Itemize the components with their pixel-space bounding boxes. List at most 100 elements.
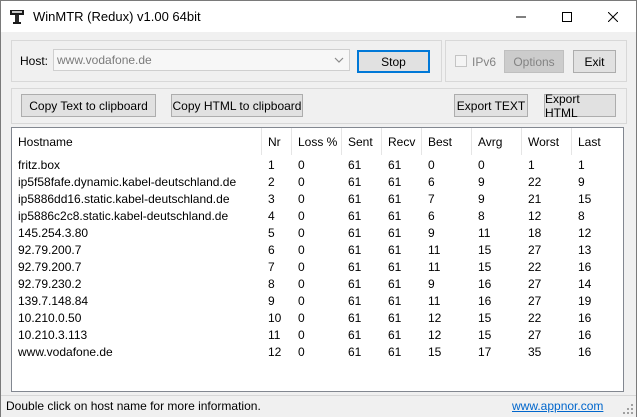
table-row[interactable]: 10.210.0.50 10 0 61 61 12 15 22 16 — [12, 310, 623, 327]
column-header-sent[interactable]: Sent — [342, 128, 382, 155]
host-input-value: www.vodafone.de — [57, 53, 152, 67]
cell-worst: 27 — [528, 277, 542, 291]
cell-nr: 3 — [268, 192, 275, 206]
copy-html-button[interactable]: Copy HTML to clipboard — [171, 94, 303, 117]
column-header-nr[interactable]: Nr — [262, 128, 292, 155]
export-html-button[interactable]: Export HTML — [544, 92, 616, 120]
cell-sent: 61 — [348, 260, 362, 274]
cell-recv: 61 — [388, 345, 402, 359]
host-label: Host: — [20, 54, 49, 68]
cell-avrg: 11 — [478, 226, 491, 240]
cell-recv: 61 — [388, 226, 402, 240]
cell-sent: 61 — [348, 243, 362, 257]
cell-loss: 0 — [298, 209, 305, 223]
options-button[interactable]: Options — [504, 50, 564, 73]
column-header-last[interactable]: Last — [572, 128, 623, 155]
cell-worst: 22 — [528, 311, 542, 325]
table-row[interactable]: 139.7.148.84 9 0 61 61 11 16 27 19 — [12, 293, 623, 310]
close-button[interactable] — [590, 1, 636, 32]
cell-last: 19 — [578, 294, 592, 308]
table-header: Hostname Nr Loss % Sent Recv Best Avrg W… — [12, 128, 623, 155]
cell-loss: 0 — [298, 294, 305, 308]
table-row[interactable]: 92.79.200.7 6 0 61 61 11 15 27 13 — [12, 242, 623, 259]
cell-best: 9 — [428, 226, 435, 240]
table-row[interactable]: ip5886dd16.static.kabel-deutschland.de 3 0… — [12, 191, 623, 208]
cell-avrg: 15 — [478, 311, 492, 325]
host-combobox[interactable]: www.vodafone.de — [53, 49, 350, 71]
column-header-avrg[interactable]: Avrg — [472, 128, 522, 155]
cell-worst: 18 — [528, 226, 542, 240]
cell-recv: 61 — [388, 158, 402, 172]
cell-sent: 61 — [348, 277, 362, 291]
ipv6-label: IPv6 — [472, 55, 497, 69]
cell-nr: 10 — [268, 311, 282, 325]
cell-nr: 5 — [268, 226, 275, 240]
cell-loss: 0 — [298, 243, 305, 257]
cell-avrg: 15 — [478, 328, 492, 342]
maximize-button[interactable] — [544, 1, 590, 32]
table-row[interactable]: ip5f58fafe.dynamic.kabel-deutschland.de 2… — [12, 174, 623, 191]
table-row[interactable]: 10.210.3.113 11 0 61 61 12 15 27 16 — [12, 327, 623, 344]
chevron-down-icon — [334, 57, 344, 63]
cell-avrg: 17 — [478, 345, 492, 359]
table-row[interactable]: 145.254.3.80 5 0 61 61 9 11 18 12 — [12, 225, 623, 242]
minimize-icon — [516, 16, 526, 17]
cell-recv: 61 — [388, 311, 402, 325]
cell-recv: 61 — [388, 175, 402, 189]
stop-button[interactable]: Stop — [357, 50, 430, 73]
cell-avrg: 8 — [478, 209, 485, 223]
title-bar[interactable]: WinMTR (Redux) v1.00 64bit — [1, 1, 636, 32]
cell-best: 15 — [428, 345, 442, 359]
table-row[interactable]: 92.79.230.2 8 0 61 61 9 16 27 14 — [12, 276, 623, 293]
cell-loss: 0 — [298, 226, 305, 240]
cell-last: 1 — [578, 158, 585, 172]
copy-text-button[interactable]: Copy Text to clipboard — [21, 94, 156, 117]
cell-loss: 0 — [298, 158, 305, 172]
exit-button[interactable]: Exit — [573, 50, 616, 73]
column-header-loss[interactable]: Loss % — [292, 128, 342, 155]
cell-sent: 61 — [348, 311, 362, 325]
cell-best: 9 — [428, 277, 435, 291]
table-row[interactable]: ip5886c2c8.static.kabel-deutschland.de 4 0… — [12, 208, 623, 225]
cell-last: 9 — [578, 175, 585, 189]
cell-sent: 61 — [348, 328, 362, 342]
cell-hostname: 139.7.148.84 — [18, 294, 89, 308]
window-title: WinMTR (Redux) v1.00 64bit — [33, 9, 201, 24]
cell-best: 11 — [428, 243, 441, 257]
status-message: Double click on host name for more infor… — [6, 399, 261, 413]
results-table[interactable]: Hostname Nr Loss % Sent Recv Best Avrg W… — [11, 127, 624, 392]
column-header-worst[interactable]: Worst — [522, 128, 572, 155]
cell-recv: 61 — [388, 277, 402, 291]
column-header-hostname[interactable]: Hostname — [12, 128, 262, 155]
cell-avrg: 15 — [478, 260, 492, 274]
website-link[interactable]: www.appnor.com — [512, 399, 603, 413]
column-header-recv[interactable]: Recv — [382, 128, 422, 155]
cell-sent: 61 — [348, 175, 362, 189]
cell-recv: 61 — [388, 328, 402, 342]
ipv6-checkbox[interactable] — [455, 55, 467, 67]
cell-loss: 0 — [298, 311, 305, 325]
cell-nr: 12 — [268, 345, 282, 359]
cell-best: 12 — [428, 311, 442, 325]
cell-loss: 0 — [298, 328, 305, 342]
cell-best: 0 — [428, 158, 435, 172]
export-text-button[interactable]: Export TEXT — [454, 94, 528, 117]
resize-grip-icon[interactable] — [622, 403, 634, 415]
cell-last: 16 — [578, 345, 592, 359]
cell-hostname: 92.79.200.7 — [18, 260, 82, 274]
cell-hostname: 10.210.3.113 — [18, 328, 88, 342]
status-bar: Double click on host name for more infor… — [1, 395, 636, 417]
table-row[interactable]: fritz.box 1 0 61 61 0 0 1 1 — [12, 157, 623, 174]
cell-best: 6 — [428, 175, 435, 189]
table-row[interactable]: 92.79.200.7 7 0 61 61 11 15 22 16 — [12, 259, 623, 276]
cell-avrg: 0 — [478, 158, 485, 172]
cell-last: 16 — [578, 260, 592, 274]
close-icon — [608, 11, 618, 22]
cell-nr: 8 — [268, 277, 275, 291]
table-row[interactable]: www.vodafone.de 12 0 61 61 15 17 35 16 — [12, 344, 623, 361]
column-header-best[interactable]: Best — [422, 128, 472, 155]
minimize-button[interactable] — [498, 1, 544, 32]
cell-best: 12 — [428, 328, 442, 342]
cell-last: 16 — [578, 311, 592, 325]
cell-last: 8 — [578, 209, 585, 223]
